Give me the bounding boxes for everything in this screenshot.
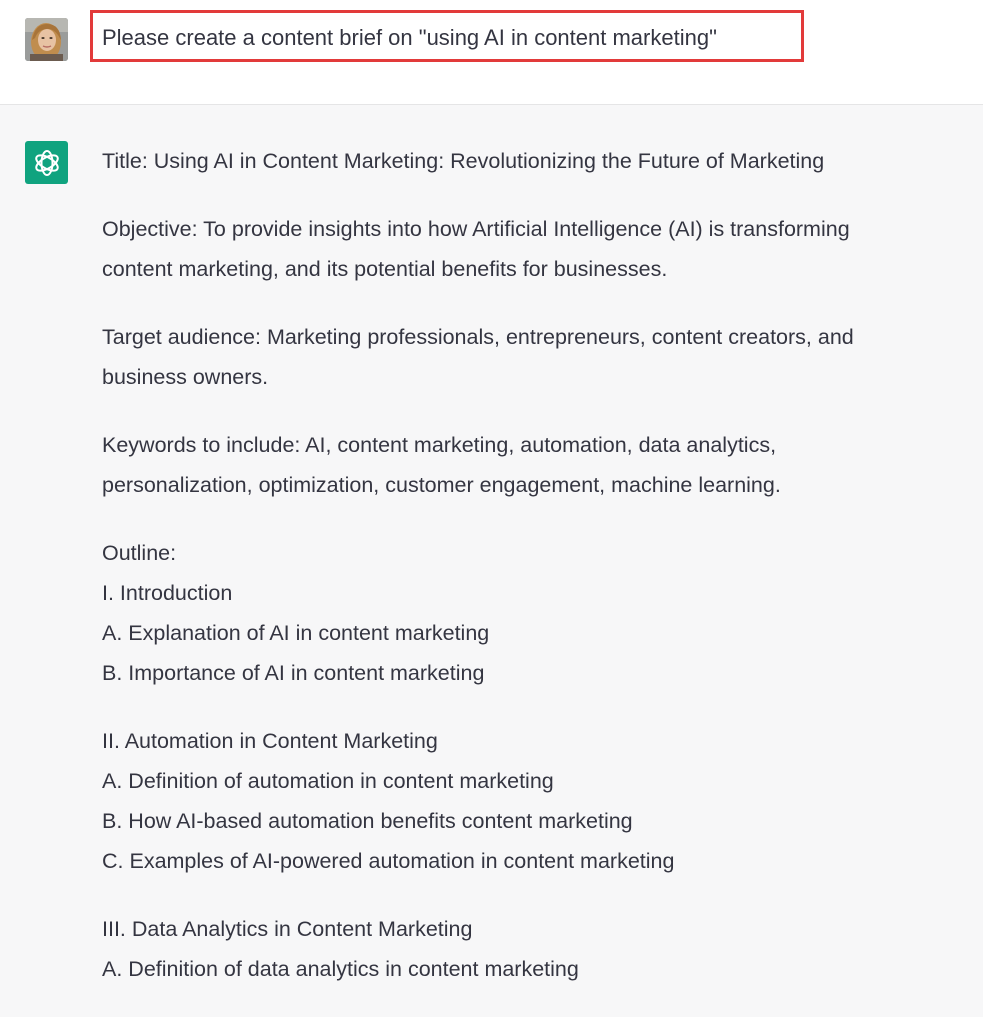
brief-title-text: Title: Using AI in Content Marketing: Re… bbox=[102, 149, 825, 173]
brief-target-audience: Target audience: Marketing professionals… bbox=[102, 317, 972, 397]
outline-section-1: Outline: I. Introduction A. Explanation … bbox=[102, 533, 972, 693]
assistant-response: Title: Using AI in Content Marketing: Re… bbox=[102, 141, 972, 1017]
outline-item: B. How AI-based automation benefits cont… bbox=[102, 809, 633, 833]
outline-item: II. Automation in Content Marketing bbox=[102, 729, 438, 753]
objective-line: Objective: To provide insights into how … bbox=[102, 217, 850, 241]
assistant-avatar bbox=[25, 141, 68, 184]
target-audience-line: Target audience: Marketing professionals… bbox=[102, 325, 854, 349]
outline-section-2: II. Automation in Content Marketing A. D… bbox=[102, 721, 972, 881]
brief-objective: Objective: To provide insights into how … bbox=[102, 209, 972, 289]
outline-item: B. Importance of AI in content marketing bbox=[102, 661, 485, 685]
outline-item: A. Definition of automation in content m… bbox=[102, 769, 554, 793]
user-avatar bbox=[25, 18, 68, 61]
user-prompt-text: Please create a content brief on "using … bbox=[102, 25, 717, 50]
outline-label: Outline: bbox=[102, 541, 177, 565]
outline-item: III. Data Analytics in Content Marketing bbox=[102, 917, 473, 941]
user-avatar-photo-icon bbox=[25, 18, 68, 61]
outline-item: I. Introduction bbox=[102, 581, 233, 605]
brief-title: Title: Using AI in Content Marketing: Re… bbox=[102, 141, 972, 181]
outline-section-3: III. Data Analytics in Content Marketing… bbox=[102, 909, 972, 989]
outline-item: C. Examples of AI-powered automation in … bbox=[102, 849, 675, 873]
keywords-line: personalization, optimization, customer … bbox=[102, 473, 781, 497]
brief-keywords: Keywords to include: AI, content marketi… bbox=[102, 425, 972, 505]
user-message-row: Please create a content brief on "using … bbox=[0, 0, 983, 105]
keywords-line: Keywords to include: AI, content marketi… bbox=[102, 433, 777, 457]
assistant-message-row: Title: Using AI in Content Marketing: Re… bbox=[0, 105, 983, 988]
outline-item: A. Definition of data analytics in conte… bbox=[102, 957, 579, 981]
outline-item: A. Explanation of AI in content marketin… bbox=[102, 621, 490, 645]
objective-line: content marketing, and its potential ben… bbox=[102, 257, 668, 281]
openai-logo-icon bbox=[34, 149, 59, 176]
target-audience-line: business owners. bbox=[102, 365, 269, 389]
